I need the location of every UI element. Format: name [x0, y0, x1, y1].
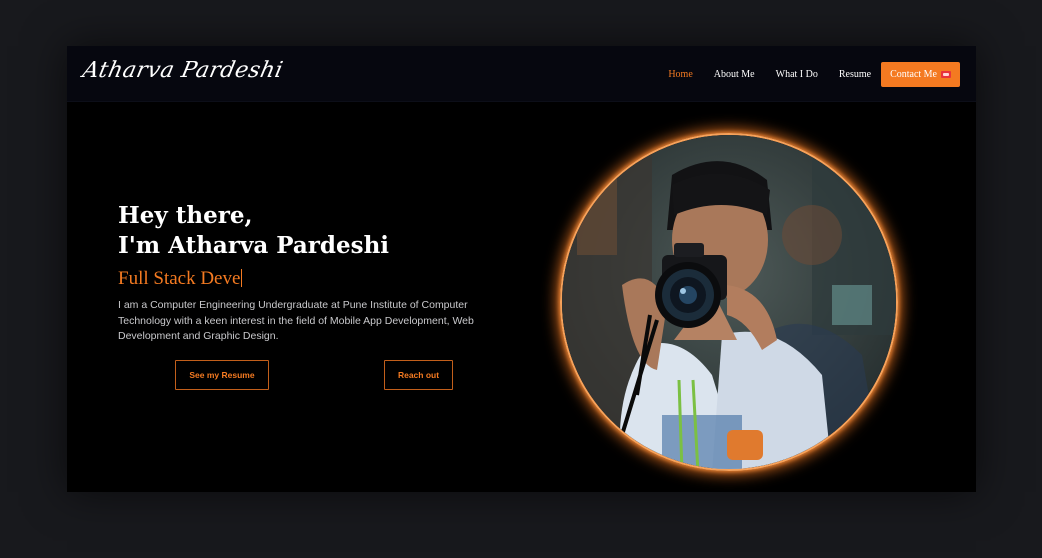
- ticket-icon: [941, 71, 951, 78]
- photographer-image: [562, 135, 896, 469]
- role-text: Full Stack Deve: [118, 268, 241, 289]
- greeting-line-2: I'm Atharva Pardeshi: [118, 232, 390, 259]
- navbar: Atharva Pardeshi Home About Me What I Do…: [67, 46, 976, 102]
- reach-out-button[interactable]: Reach out: [384, 360, 453, 390]
- role-typewriter: Full Stack Deve: [118, 267, 498, 291]
- nav-links: Home About Me What I Do Resume Contact M…: [647, 62, 960, 87]
- profile-photo: [560, 133, 898, 471]
- portfolio-window: Atharva Pardeshi Home About Me What I Do…: [67, 46, 976, 492]
- see-my-resume-button[interactable]: See my Resume: [175, 360, 269, 390]
- nav-home[interactable]: Home: [668, 69, 692, 80]
- typing-caret: [241, 269, 243, 287]
- logo[interactable]: Atharva Pardeshi: [80, 58, 285, 83]
- hero-description: I am a Computer Engineering Undergraduat…: [118, 299, 474, 342]
- greeting-line-1: Hey there,: [118, 202, 253, 229]
- hero-text: Hey there, I'm Atharva Pardeshi Full Sta…: [118, 201, 498, 345]
- nav-resume[interactable]: Resume: [839, 69, 871, 80]
- contact-me-button[interactable]: Contact Me: [881, 62, 960, 87]
- nav-about-me[interactable]: About Me: [714, 69, 755, 80]
- contact-me-label: Contact Me: [890, 69, 937, 80]
- hero-greeting: Hey there, I'm Atharva Pardeshi: [118, 201, 498, 261]
- nav-what-i-do[interactable]: What I Do: [776, 69, 818, 80]
